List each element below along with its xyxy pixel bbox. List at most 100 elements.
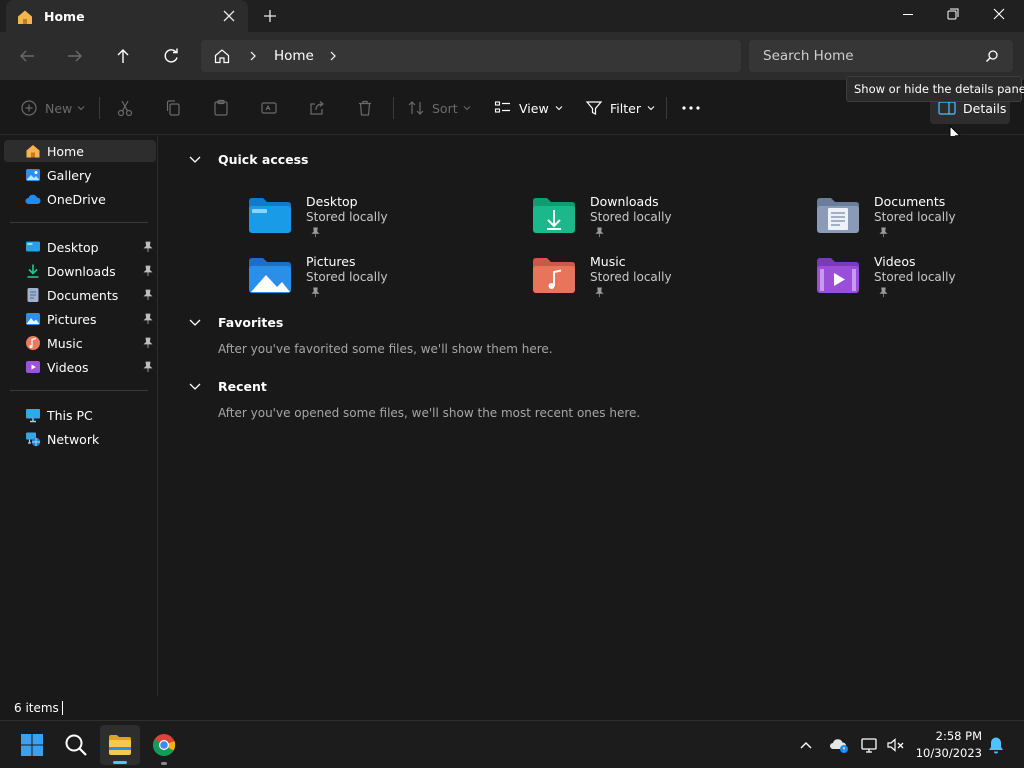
sidebar-item-music[interactable]: Music [4,332,156,354]
quick-access-item-documents[interactable]: Documents Stored locally [816,192,1024,248]
view-button[interactable]: View [494,96,564,120]
home-icon [18,10,32,24]
onedrive-icon [25,194,41,204]
close-tab-icon[interactable] [218,5,240,27]
breadcrumb-home[interactable]: Home [274,48,314,64]
restore-icon[interactable] [930,0,976,30]
sidebar-divider [10,390,148,391]
breadcrumb[interactable]: Home [201,40,741,72]
quick-access-item-downloads[interactable]: Downloads Stored locally [532,192,772,248]
view-icon [494,101,510,113]
home-outline-icon[interactable] [213,47,231,65]
item-name: Documents [874,194,946,209]
refresh-icon[interactable] [156,42,186,70]
sidebar-item-documents[interactable]: Documents [4,284,156,306]
sidebar-item-onedrive[interactable]: OneDrive [4,188,156,210]
trash-icon [359,100,371,116]
quick-access-item-music[interactable]: Music Stored locally [532,252,772,308]
status-divider [62,701,63,715]
clock-date[interactable]: 10/30/2023 [914,746,982,760]
cut-button[interactable] [116,96,134,120]
back-arrow-icon[interactable] [12,42,42,70]
taskbar-search-button[interactable] [56,725,96,765]
start-button[interactable] [12,725,52,765]
copy-button[interactable] [164,96,182,120]
sort-label: Sort [432,100,458,116]
sort-icon [408,101,424,115]
pictures-folder-icon [249,258,291,293]
new-tab-icon[interactable] [258,5,282,27]
sidebar-item-home[interactable]: Home [4,140,156,162]
forward-arrow-icon[interactable] [60,42,90,70]
taskbar-file-explorer[interactable] [100,725,140,765]
videos-icon [26,361,40,373]
filter-button[interactable]: Filter [585,96,656,120]
sidebar-item-label: Desktop [47,240,99,255]
chrome-icon [153,734,176,756]
home-icon [26,145,40,158]
up-arrow-icon[interactable] [108,42,138,70]
recent-header[interactable]: Recent [188,377,308,397]
sidebar-item-videos[interactable]: Videos [4,356,156,378]
status-bar: 6 items [0,696,1024,720]
chevron-down-icon[interactable] [188,382,202,392]
taskbar-chrome[interactable] [144,725,184,765]
see-more-button[interactable] [681,96,701,120]
onedrive-tray-icon[interactable] [829,735,849,755]
pin-icon[interactable] [142,289,154,301]
chevron-up-icon[interactable] [796,735,816,755]
chevron-right-icon[interactable] [247,49,259,63]
favorites-header[interactable]: Favorites [188,313,308,333]
sidebar-item-label: This PC [47,408,93,423]
chevron-right-icon[interactable] [327,49,339,63]
sort-button[interactable]: Sort [407,96,472,120]
chevron-down-icon[interactable] [188,318,202,328]
rename-button[interactable] [260,96,278,120]
title-bar: Home [0,0,1024,33]
sidebar-item-desktop[interactable]: Desktop [4,236,156,258]
sidebar-item-pictures[interactable]: Pictures [4,308,156,330]
navigation-pane: Home Gallery OneDrive Desktop Downloads [0,136,158,696]
chevron-down-icon [463,106,471,111]
pin-icon [311,227,320,238]
search-icon[interactable] [985,49,999,63]
clock-time[interactable]: 2:58 PM [930,729,982,743]
paste-button[interactable] [212,96,230,120]
section-heading: Favorites [218,315,284,330]
volume-muted-icon[interactable] [886,735,906,755]
display-icon[interactable] [860,735,880,755]
paste-icon [214,99,228,116]
quick-access-item-desktop[interactable]: Desktop Stored locally [248,192,488,248]
close-window-icon[interactable] [976,0,1022,30]
new-button[interactable]: New [20,96,86,120]
quick-access-item-videos[interactable]: Videos Stored locally [816,252,1024,308]
pin-icon[interactable] [142,337,154,349]
search-input[interactable]: Search Home [749,40,1013,72]
toolbar-divider [393,97,394,119]
sidebar-item-this-pc[interactable]: This PC [4,404,156,426]
more-dots-icon [682,106,700,110]
gallery-icon [26,169,40,181]
details-pane-icon [938,101,956,115]
pin-icon[interactable] [142,361,154,373]
delete-button[interactable] [356,96,374,120]
notification-bell-icon[interactable] [986,735,1006,755]
item-count: 6 items [14,701,59,715]
windows-logo-icon [21,734,43,756]
sidebar-item-gallery[interactable]: Gallery [4,164,156,186]
pin-icon[interactable] [142,241,154,253]
quick-access-header[interactable]: Quick access [188,150,328,170]
sidebar-item-network[interactable]: Network [4,428,156,450]
minimize-icon[interactable] [885,0,931,30]
item-status: Stored locally [590,210,672,224]
pin-icon[interactable] [142,313,154,325]
sidebar-item-downloads[interactable]: Downloads [4,260,156,282]
share-button[interactable] [308,96,326,120]
tab-home[interactable]: Home [6,0,248,33]
downloads-icon [27,264,39,278]
quick-access-item-pictures[interactable]: Pictures Stored locally [248,252,488,308]
pin-icon[interactable] [142,265,154,277]
item-name: Desktop [306,194,358,209]
rename-icon [261,102,277,114]
chevron-down-icon[interactable] [188,155,202,165]
